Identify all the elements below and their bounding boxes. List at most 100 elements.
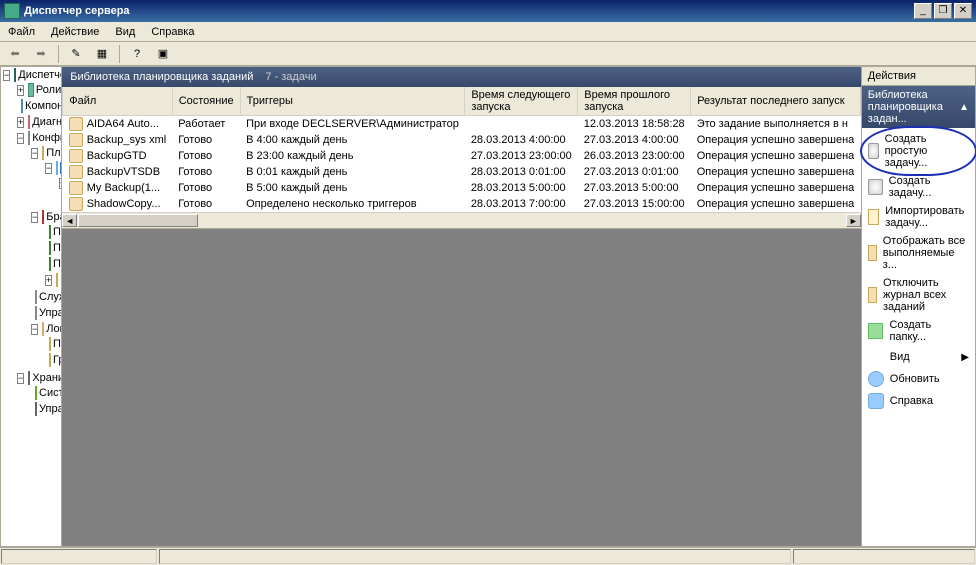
diagnostics-icon: [28, 115, 30, 129]
col-next-run[interactable]: Время следующего запуска: [465, 87, 578, 116]
task-icon: [69, 197, 83, 211]
table-row[interactable]: Backup_sys xmlГотовоВ 4:00 каждый день28…: [63, 132, 861, 148]
actions-section-header[interactable]: Библиотека планировщика задан... ▲: [862, 86, 975, 128]
action-create-basic-task[interactable]: Создать простую задачу...: [862, 130, 975, 172]
rule-icon: [49, 225, 51, 239]
toolbar-action-icon[interactable]: ✎: [65, 43, 87, 65]
content-header: Библиотека планировщика заданий 7 - зада…: [62, 67, 861, 87]
tree-configuration[interactable]: Конфигурация: [32, 132, 62, 144]
menu-view[interactable]: Вид: [107, 24, 143, 40]
table-row[interactable]: BackupVTSDBГотовоВ 0:01 каждый день28.03…: [63, 164, 861, 180]
tree-disk-mgmt[interactable]: Управление дисками: [39, 403, 62, 415]
action-create-task[interactable]: Создать задачу...: [862, 172, 975, 202]
col-last-result[interactable]: Результат последнего запуск: [691, 87, 861, 116]
wmi-icon: [35, 306, 37, 320]
action-import-task[interactable]: Импортировать задачу...: [862, 202, 975, 232]
app-icon: [4, 3, 20, 19]
rule-icon: [49, 241, 51, 255]
folder-icon: [868, 287, 877, 303]
tree-diagnostics[interactable]: Диагностика: [32, 116, 62, 128]
action-show-running[interactable]: Отображать все выполняемые з...: [862, 232, 975, 274]
tree-firewall[interactable]: Брандмауэр Windows в ре: [46, 211, 62, 223]
users-icon: [42, 322, 44, 336]
menu-action[interactable]: Действие: [43, 24, 107, 40]
action-view[interactable]: Вид ▶: [862, 346, 975, 368]
menu-file[interactable]: Файл: [0, 24, 43, 40]
status-bar: [0, 547, 976, 565]
tree-components[interactable]: Компоненты: [25, 100, 62, 112]
help-icon: [868, 393, 884, 409]
col-last-run[interactable]: Время прошлого запуска: [578, 87, 691, 116]
tree-local-users[interactable]: Локальные пользователи: [46, 323, 62, 335]
tree-rules-sec[interactable]: Правила безопасност: [53, 258, 62, 270]
import-icon: [868, 209, 879, 225]
content-title: Библиотека планировщика заданий: [70, 71, 253, 83]
scheduler-icon: [42, 146, 44, 160]
action-new-folder[interactable]: Создать папку...: [862, 316, 975, 346]
refresh-icon: [868, 371, 884, 387]
action-label: Создать задачу...: [889, 175, 969, 199]
tree-groups[interactable]: Группы: [53, 354, 62, 366]
new-folder-icon: [868, 323, 884, 339]
tree-users[interactable]: Пользователи: [53, 338, 62, 350]
action-label: Создать папку...: [889, 319, 969, 343]
tree-scheduler[interactable]: Планировщик заданий: [46, 147, 62, 159]
task-icon: [868, 179, 883, 195]
window-title: Диспетчер сервера: [24, 5, 914, 17]
storage-icon: [28, 371, 30, 385]
table-row[interactable]: AIDA64 Auto...РаботаетПри входе DECLSERV…: [63, 116, 861, 133]
forward-button[interactable]: ➡: [30, 43, 52, 65]
tree-roles[interactable]: Роли: [36, 84, 61, 96]
toolbar-extra-icon[interactable]: ▣: [152, 43, 174, 65]
actions-pane: Действия Библиотека планировщика задан..…: [862, 66, 976, 547]
action-label: Справка: [890, 395, 933, 407]
tree-wmi[interactable]: Управляющий элемент W: [39, 307, 62, 319]
components-icon: [21, 99, 23, 113]
table-row[interactable]: BackupGTDГотовоВ 23:00 каждый день27.03.…: [63, 148, 861, 164]
task-icon: [69, 165, 83, 179]
action-disable-log[interactable]: Отключить журнал всех заданий: [862, 274, 975, 316]
maximize-button[interactable]: ❐: [934, 3, 952, 19]
tree-rules-out[interactable]: Правила для исходящ: [53, 242, 62, 254]
title-bar: Диспетчер сервера _ ❐ ✕: [0, 0, 976, 22]
submenu-arrow-icon: ▶: [961, 352, 969, 363]
table-row[interactable]: My Backup(1...ГотовоВ 5:00 каждый день28…: [63, 180, 861, 196]
folder-icon: [49, 353, 51, 367]
main-content: Библиотека планировщика заданий 7 - зада…: [62, 66, 862, 547]
scroll-thumb[interactable]: [78, 214, 198, 227]
minimize-button[interactable]: _: [914, 3, 932, 19]
tree-backup-sys[interactable]: Система архивации данн: [39, 387, 62, 399]
action-help[interactable]: Справка: [862, 390, 975, 412]
roles-icon: [28, 83, 34, 97]
table-row[interactable]: ShadowCopy...ГотовоОпределено несколько …: [63, 196, 861, 212]
tree-services[interactable]: Службы: [39, 291, 62, 303]
tree-storage[interactable]: Хранилище: [32, 372, 62, 384]
back-button[interactable]: ⬅: [4, 43, 26, 65]
help-icon[interactable]: ?: [126, 43, 148, 65]
col-triggers[interactable]: Триггеры: [240, 87, 465, 116]
tree-rules-in[interactable]: Правила для входящ: [53, 226, 62, 238]
action-label: Создать простую задачу...: [885, 133, 969, 169]
spacer-icon: [868, 349, 884, 365]
folder-icon: [49, 337, 51, 351]
toolbar-table-icon[interactable]: ▦: [91, 43, 113, 65]
actions-title: Действия: [862, 67, 975, 86]
menu-help[interactable]: Справка: [143, 24, 202, 40]
collapse-icon[interactable]: ▲: [959, 102, 969, 113]
scroll-left-arrow[interactable]: ◄: [62, 214, 77, 227]
rule-icon: [49, 257, 51, 271]
action-label: Импортировать задачу...: [885, 205, 969, 229]
action-label: Вид: [890, 351, 910, 363]
navigation-tree[interactable]: −Диспетчер сервера (DECLSERVER) +Роли Ко…: [0, 66, 62, 547]
horizontal-scrollbar[interactable]: ◄ ►: [62, 212, 861, 228]
close-button[interactable]: ✕: [954, 3, 972, 19]
col-file[interactable]: Файл: [63, 87, 172, 116]
tasks-table[interactable]: Файл Состояние Триггеры Время следующего…: [62, 87, 861, 212]
scroll-right-arrow[interactable]: ►: [846, 214, 861, 227]
action-refresh[interactable]: Обновить: [862, 368, 975, 390]
col-state[interactable]: Состояние: [172, 87, 240, 116]
tree-root[interactable]: Диспетчер сервера (DECLSERVER): [18, 69, 62, 81]
content-subtitle: 7 - задачи: [265, 71, 316, 83]
task-icon: [868, 143, 879, 159]
action-label: Отображать все выполняемые з...: [883, 235, 969, 271]
